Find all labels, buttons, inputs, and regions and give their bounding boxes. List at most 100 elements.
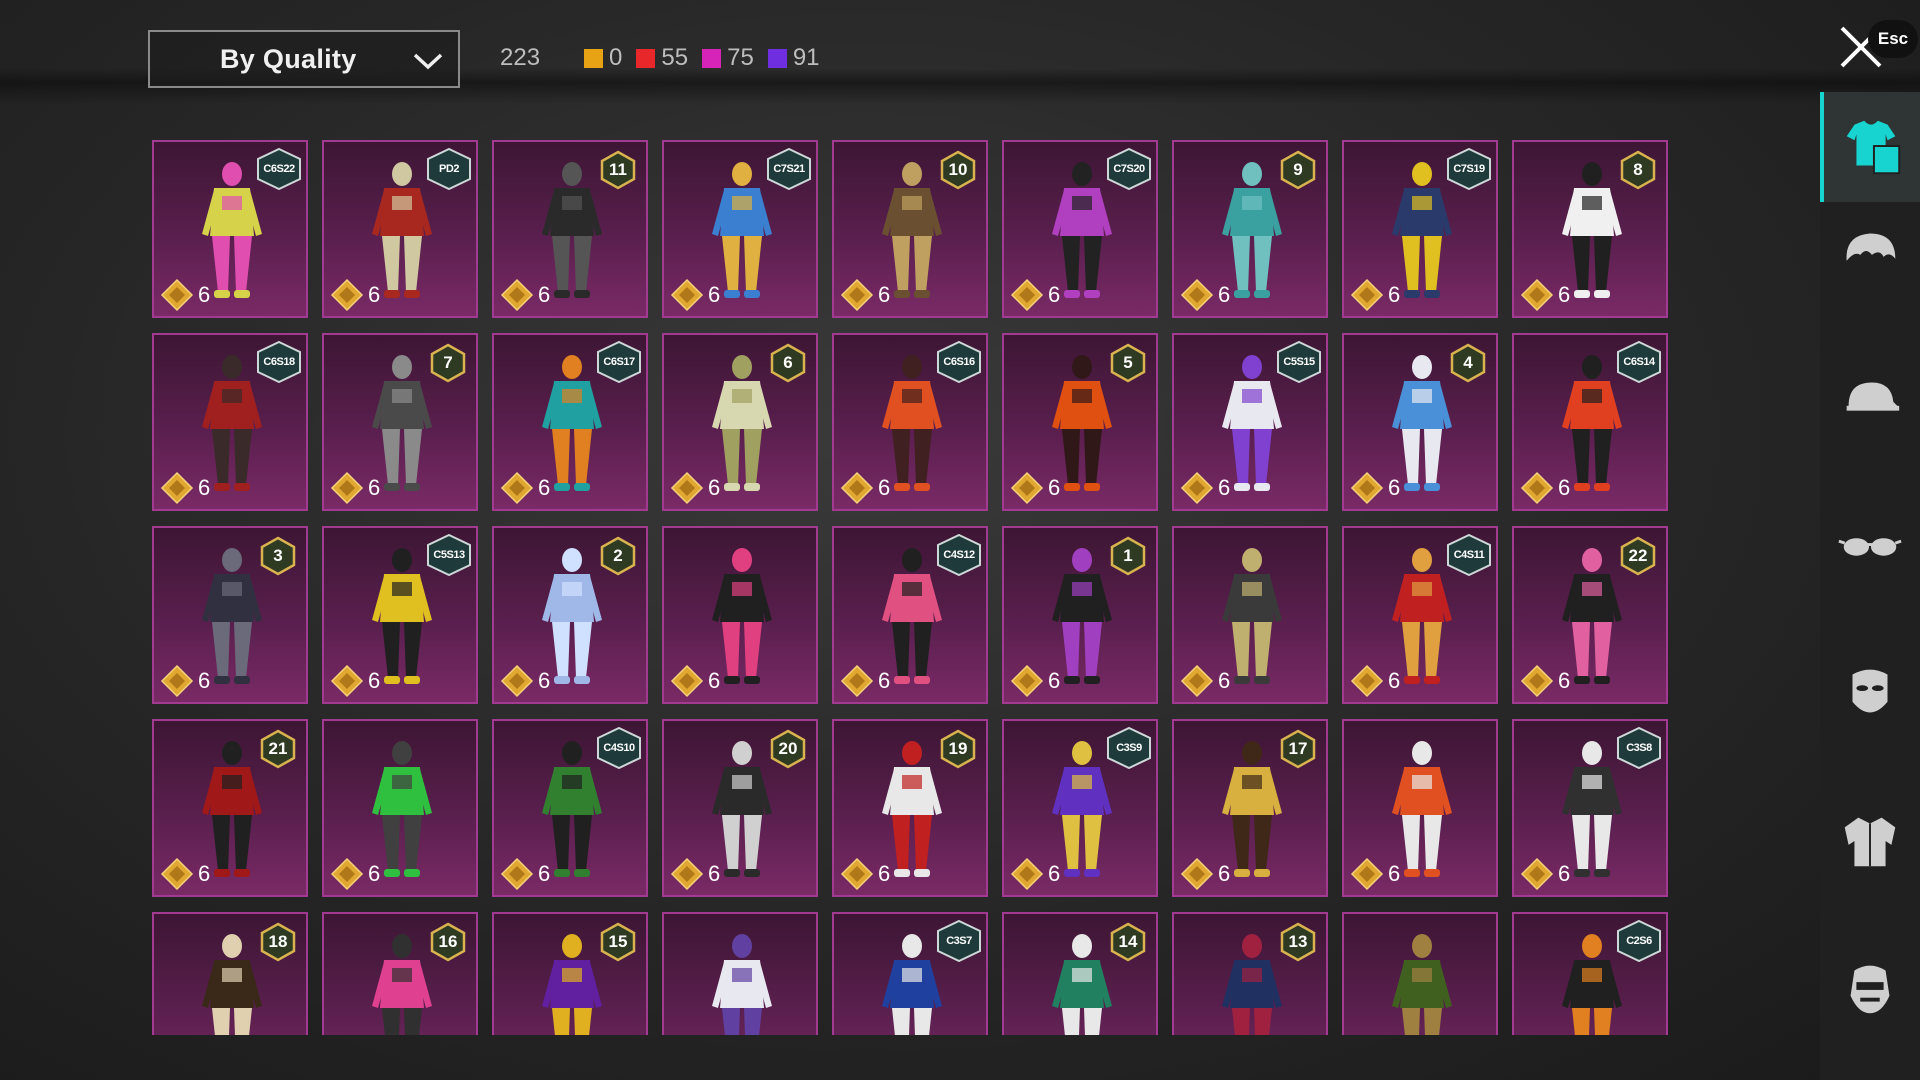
outfit-card[interactable]: 19 6 [832, 719, 988, 897]
season-number-badge: 11 [598, 150, 638, 190]
upgrade-cost: 6 [160, 278, 210, 312]
outfit-card[interactable]: C5S15 6 [1172, 333, 1328, 511]
season-number-text: 17 [1288, 739, 1308, 758]
season-number-badge: 5 [1108, 343, 1148, 383]
outfit-card[interactable]: 10 6 [832, 140, 988, 318]
outfit-card[interactable]: 8 6 [1512, 140, 1668, 318]
gold-diamond-icon [1350, 471, 1384, 505]
outfit-card[interactable]: 6 [662, 912, 818, 1035]
season-number-text: 1 [1123, 546, 1133, 565]
upgrade-cost: 6 [1180, 471, 1230, 505]
outfit-tab[interactable] [1820, 92, 1920, 202]
season-number-badge: 9 [1278, 150, 1318, 190]
season-code-badge: C5S13 [426, 534, 472, 576]
outfit-card[interactable]: C7S19 6 [1342, 140, 1498, 318]
season-code-badge: C4S11 [1446, 534, 1492, 576]
outfit-card[interactable]: 6 [1342, 719, 1498, 897]
upgrade-cost-value: 6 [368, 861, 381, 886]
outfit-card[interactable]: 3 6 [152, 526, 308, 704]
outfit-card[interactable]: 6 [1342, 912, 1498, 1035]
outfit-figure-icon [1392, 934, 1452, 1035]
outfit-card[interactable]: C6S17 6 [492, 333, 648, 511]
outfit-card[interactable]: 6 6 [662, 333, 818, 511]
mask-tab[interactable] [1820, 638, 1920, 748]
upgrade-cost-value: 6 [878, 282, 891, 307]
outfit-card[interactable]: C3S7 6 [832, 912, 988, 1035]
upgrade-cost-value: 6 [1558, 282, 1571, 307]
outfit-card[interactable]: 5 6 [1002, 333, 1158, 511]
outfit-card[interactable]: 13 6 [1172, 912, 1328, 1035]
cap-icon [1846, 382, 1900, 411]
outfit-card[interactable]: C6S14 6 [1512, 333, 1668, 511]
outfit-card[interactable]: C5S13 6 [322, 526, 478, 704]
upgrade-cost: 6 [1350, 278, 1400, 312]
outfit-card[interactable]: 6 [662, 526, 818, 704]
season-code-badge: C6S16 [936, 341, 982, 383]
outfit-card[interactable]: 7 6 [322, 333, 478, 511]
upgrade-cost: 6 [840, 278, 890, 312]
outfit-card[interactable]: C6S18 6 [152, 333, 308, 511]
outfit-card[interactable]: 22 6 [1512, 526, 1668, 704]
outfit-card[interactable]: 21 6 [152, 719, 308, 897]
outfit-card[interactable]: 6 [322, 719, 478, 897]
hair-tab[interactable] [1820, 197, 1920, 307]
outfit-card[interactable]: C6S22 6 [152, 140, 308, 318]
sort-dropdown-label: By Quality [220, 43, 357, 74]
season-code-badge: C2S6 [1616, 920, 1662, 962]
outfit-card[interactable]: 20 6 [662, 719, 818, 897]
legendary-count: 0 [609, 44, 623, 71]
outfit-card[interactable]: 6 [1172, 526, 1328, 704]
hat-tab[interactable] [1820, 344, 1920, 454]
upgrade-cost: 6 [1010, 857, 1060, 891]
outfit-card[interactable]: 9 6 [1172, 140, 1328, 318]
stat-mythic: 75 [702, 44, 754, 72]
season-code-text: C4S10 [603, 742, 635, 754]
upgrade-cost: 6 [330, 664, 380, 698]
outfit-card[interactable]: C3S9 6 [1002, 719, 1158, 897]
outfit-card[interactable]: 14 6 [1002, 912, 1158, 1035]
outfit-card[interactable]: 17 6 [1172, 719, 1328, 897]
season-number-badge: 17 [1278, 729, 1318, 769]
face-tab[interactable] [1820, 932, 1920, 1042]
outfit-card[interactable]: C4S11 6 [1342, 526, 1498, 704]
outfit-card[interactable]: 18 6 [152, 912, 308, 1035]
outfit-card[interactable]: C6S16 6 [832, 333, 988, 511]
outfit-card[interactable]: PD2 6 [322, 140, 478, 318]
outfit-card[interactable]: 16 6 [322, 912, 478, 1035]
season-code-text: C3S8 [1626, 742, 1652, 754]
season-code-badge: C3S9 [1106, 727, 1152, 769]
gold-diamond-icon [1180, 664, 1214, 698]
gold-diamond-icon [840, 857, 874, 891]
outfit-card[interactable]: 15 6 [492, 912, 648, 1035]
season-number-badge: 19 [938, 729, 978, 769]
outfit-card[interactable]: 4 6 [1342, 333, 1498, 511]
season-code-text: PD2 [439, 163, 459, 175]
stat-epic: 55 [636, 44, 688, 72]
season-number-badge: 8 [1618, 150, 1658, 190]
outfit-card[interactable]: 2 6 [492, 526, 648, 704]
season-number-badge: 10 [938, 150, 978, 190]
upgrade-cost-value: 6 [198, 861, 211, 886]
gold-diamond-icon [1350, 278, 1384, 312]
upgrade-cost-value: 6 [538, 668, 551, 693]
outfit-card[interactable]: C4S10 6 [492, 719, 648, 897]
season-code-badge: C6S22 [256, 148, 302, 190]
sort-dropdown[interactable]: By Quality [148, 30, 460, 88]
upgrade-cost: 6 [330, 471, 380, 505]
outfit-card[interactable]: 11 6 [492, 140, 648, 318]
glasses-tab[interactable] [1820, 491, 1920, 601]
season-number-text: 21 [268, 739, 288, 758]
upgrade-cost-value: 6 [1558, 668, 1571, 693]
season-number-badge: 4 [1448, 343, 1488, 383]
jacket-tab[interactable] [1820, 785, 1920, 895]
outfit-card[interactable]: C3S8 6 [1512, 719, 1668, 897]
season-number-badge: 6 [768, 343, 808, 383]
upgrade-cost-value: 6 [1218, 475, 1231, 500]
outfit-card[interactable]: C4S12 6 [832, 526, 988, 704]
outfit-card[interactable]: C7S20 6 [1002, 140, 1158, 318]
upgrade-cost: 6 [500, 471, 550, 505]
upgrade-cost-value: 6 [1048, 475, 1061, 500]
outfit-card[interactable]: C2S6 6 [1512, 912, 1668, 1035]
outfit-card[interactable]: C7S21 6 [662, 140, 818, 318]
outfit-card[interactable]: 1 6 [1002, 526, 1158, 704]
